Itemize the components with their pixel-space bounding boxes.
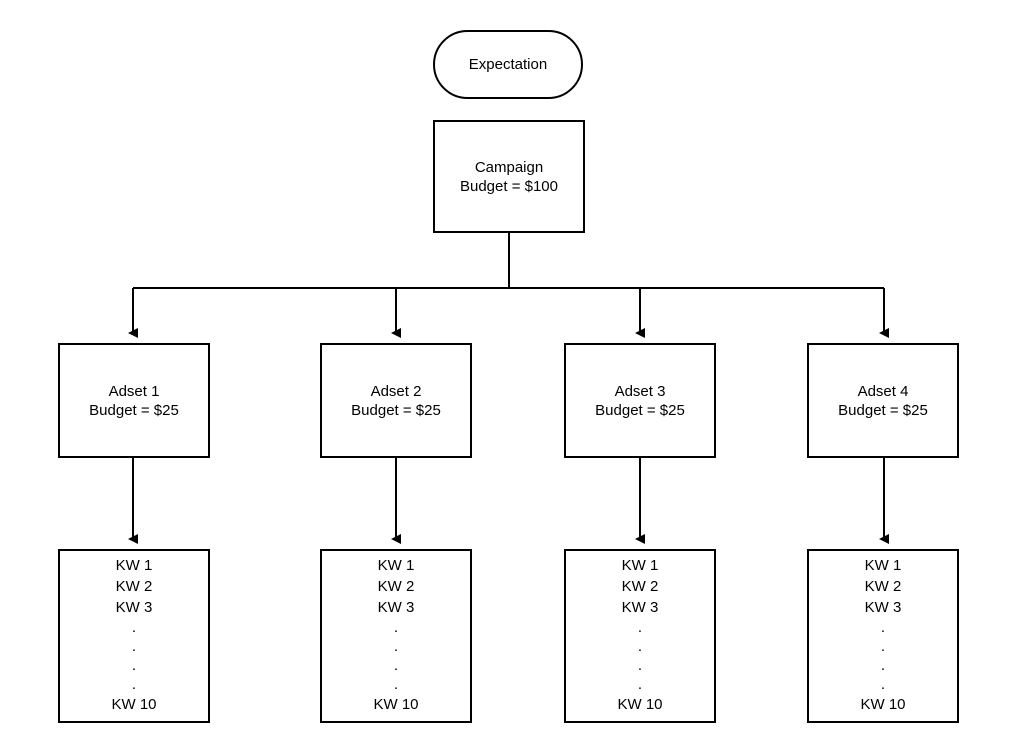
ellipsis-dot: . xyxy=(637,657,643,674)
node-keyword-list-3[interactable]: KW 1 KW 2 KW 3 . . . . KW 10 xyxy=(564,549,716,723)
ellipsis-dot: . xyxy=(393,657,399,674)
ellipsis-dot: . xyxy=(637,638,643,655)
node-expectation[interactable]: Expectation xyxy=(433,30,583,99)
keyword-item-last: KW 10 xyxy=(860,696,906,713)
ellipsis-dot: . xyxy=(393,676,399,693)
ellipsis-dot: . xyxy=(131,657,137,674)
node-keyword-list-4[interactable]: KW 1 KW 2 KW 3 . . . . KW 10 xyxy=(807,549,959,723)
keyword-item-last: KW 10 xyxy=(111,696,157,713)
keyword-item: KW 3 xyxy=(621,599,659,616)
node-keyword-list-1[interactable]: KW 1 KW 2 KW 3 . . . . KW 10 xyxy=(58,549,210,723)
ellipsis-dot: . xyxy=(131,638,137,655)
keyword-item: KW 2 xyxy=(621,578,659,595)
node-adset-3[interactable]: Adset 3 Budget = $25 xyxy=(564,343,716,458)
node-campaign-budget: Budget = $100 xyxy=(459,177,558,195)
node-adset-2[interactable]: Adset 2 Budget = $25 xyxy=(320,343,472,458)
node-adset-3-budget: Budget = $25 xyxy=(595,401,685,419)
node-adset-3-name: Adset 3 xyxy=(614,382,666,400)
node-adset-4-name: Adset 4 xyxy=(857,382,909,400)
ellipsis-dot: . xyxy=(880,676,886,693)
keyword-item: KW 2 xyxy=(864,578,902,595)
keyword-item: KW 1 xyxy=(621,557,659,574)
keyword-item: KW 2 xyxy=(377,578,415,595)
ellipsis-dot: . xyxy=(880,619,886,636)
ellipsis-dot: . xyxy=(637,676,643,693)
keyword-item: KW 3 xyxy=(864,599,902,616)
ellipsis-dot: . xyxy=(393,619,399,636)
ellipsis-dot: . xyxy=(131,619,137,636)
node-adset-2-name: Adset 2 xyxy=(370,382,422,400)
keyword-item: KW 3 xyxy=(115,599,153,616)
node-adset-1-name: Adset 1 xyxy=(108,382,160,400)
node-keyword-list-2[interactable]: KW 1 KW 2 KW 3 . . . . KW 10 xyxy=(320,549,472,723)
keyword-item: KW 1 xyxy=(377,557,415,574)
node-adset-4[interactable]: Adset 4 Budget = $25 xyxy=(807,343,959,458)
node-campaign[interactable]: Campaign Budget = $100 xyxy=(433,120,585,233)
keyword-item-last: KW 10 xyxy=(373,696,419,713)
ellipsis-dot: . xyxy=(393,638,399,655)
node-expectation-label: Expectation xyxy=(468,56,548,73)
keyword-item: KW 1 xyxy=(115,557,153,574)
node-campaign-name: Campaign xyxy=(474,158,544,176)
node-adset-1[interactable]: Adset 1 Budget = $25 xyxy=(58,343,210,458)
ellipsis-dot: . xyxy=(637,619,643,636)
ellipsis-dot: . xyxy=(880,638,886,655)
node-adset-2-budget: Budget = $25 xyxy=(351,401,441,419)
keyword-item: KW 2 xyxy=(115,578,153,595)
node-adset-4-budget: Budget = $25 xyxy=(838,401,928,419)
diagram-canvas: Expectation Campaign Budget = $100 Adset… xyxy=(0,0,1016,742)
keyword-item-last: KW 10 xyxy=(617,696,663,713)
keyword-item: KW 3 xyxy=(377,599,415,616)
node-adset-1-budget: Budget = $25 xyxy=(89,401,179,419)
keyword-item: KW 1 xyxy=(864,557,902,574)
ellipsis-dot: . xyxy=(880,657,886,674)
ellipsis-dot: . xyxy=(131,676,137,693)
